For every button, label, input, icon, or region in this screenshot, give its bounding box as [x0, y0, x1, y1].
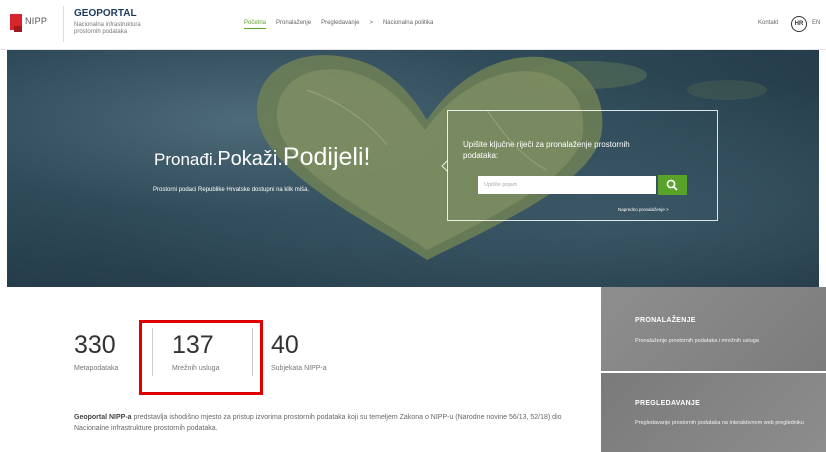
logo-mark-accent: [14, 26, 22, 32]
search-panel: [447, 110, 718, 221]
panel-pronalazenje[interactable]: PRONALAŽENJE Pronalaženje prostornih pod…: [601, 287, 826, 371]
logo-text: NIPP: [25, 16, 48, 26]
stat-subjekata-label: Subjekata NIPP-a: [271, 365, 327, 372]
stat-metapodataka-label: Metapodataka: [74, 365, 119, 372]
advanced-search-link[interactable]: Napredno pronalaženje >: [618, 207, 669, 212]
search-button[interactable]: [658, 175, 687, 195]
hero-heading-part2: Pokaži.: [217, 148, 283, 170]
nipp-logo[interactable]: NIPP: [10, 12, 50, 36]
hero-heading-part1: Pronađi.: [154, 150, 218, 169]
nav-chevron-icon: >: [369, 20, 373, 26]
highlight-annotation-box: [139, 320, 263, 395]
hero-subtitle: Prostorni podaci Republike Hrvatske dost…: [153, 187, 310, 193]
hero-heading: Pronađi.Pokaži.Podijeli!: [154, 143, 370, 172]
stat-metapodataka-value: 330: [74, 331, 116, 359]
nav-item-pronalazenje[interactable]: Pronalaženje: [276, 20, 311, 29]
lang-en-button[interactable]: EN: [812, 20, 820, 26]
kontakt-link[interactable]: Kontakt: [758, 20, 778, 26]
hero-heading-part3: Podijeli!: [282, 143, 371, 171]
panel-pronalazenje-desc: Pronalaženje prostornih podataka i mrežn…: [635, 338, 759, 344]
nav-item-pregledavanje[interactable]: Pregledavanje: [321, 20, 359, 29]
nav-item-nacionalna-politika[interactable]: Nacionalna politika: [383, 20, 433, 29]
panel-pregledavanje-title: PREGLEDAVANJE: [635, 400, 701, 407]
stat-subjekata-value: 40: [271, 331, 299, 359]
brand-title[interactable]: GEOPORTAL: [74, 8, 137, 19]
header-divider: [63, 6, 64, 42]
panel-pregledavanje[interactable]: PREGLEDAVANJE Pregledavanje prostornih p…: [601, 373, 826, 452]
description-bold: Geoportal NIPP-a: [74, 414, 132, 421]
panel-pregledavanje-desc: Pregledavanje prostornih podataka na int…: [635, 420, 804, 426]
main-nav: Početna Pronalaženje Pregledavanje > Nac…: [244, 20, 433, 29]
nav-item-pocetna[interactable]: Početna: [244, 20, 267, 29]
search-icon: [666, 179, 678, 191]
geoportal-description: Geoportal NIPP-a predstavlja ishodišno m…: [74, 412, 578, 434]
site-header: NIPP GEOPORTAL Nacionalna infrastruktura…: [0, 0, 826, 50]
hero-banner: Pronađi.Pokaži.Podijeli! Prostorni podac…: [7, 50, 819, 287]
brand-subtitle: Nacionalna infrastruktura prostornih pod…: [74, 22, 141, 35]
panel-pronalazenje-title: PRONALAŽENJE: [635, 317, 696, 324]
search-input[interactable]: [478, 176, 656, 194]
lang-hr-button[interactable]: HR: [791, 16, 807, 32]
description-text: predstavlja ishodišno mjesto za pristup …: [74, 414, 562, 432]
search-title: Upišite ključne riječi za pronalaženje p…: [463, 140, 630, 160]
